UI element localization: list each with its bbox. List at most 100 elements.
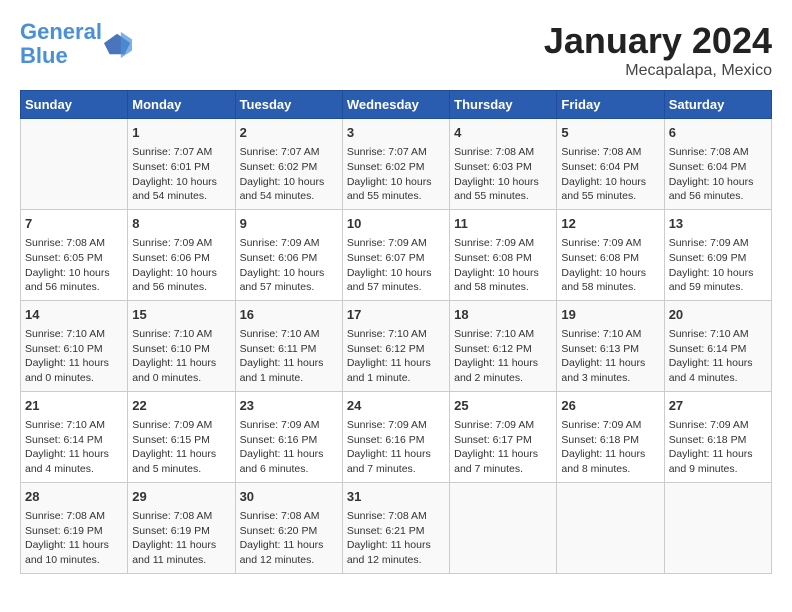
day-content: Sunrise: 7:09 AM Sunset: 6:16 PM Dayligh… [347, 418, 445, 477]
calendar-cell: 15 Sunrise: 7:10 AM Sunset: 6:10 PM Dayli… [128, 300, 235, 391]
calendar-cell: 11 Sunrise: 7:09 AM Sunset: 6:08 PM Dayli… [450, 209, 557, 300]
day-number: 16 [240, 306, 338, 324]
calendar-cell: 23 Sunrise: 7:09 AM Sunset: 6:16 PM Dayli… [235, 391, 342, 482]
day-number: 27 [669, 397, 767, 415]
day-number: 28 [25, 488, 123, 506]
weekday-header-row: SundayMondayTuesdayWednesdayThursdayFrid… [21, 91, 772, 119]
calendar-cell [664, 482, 771, 573]
day-number: 26 [561, 397, 659, 415]
day-number: 29 [132, 488, 230, 506]
day-content: Sunrise: 7:10 AM Sunset: 6:14 PM Dayligh… [25, 418, 123, 477]
weekday-header-cell: Friday [557, 91, 664, 119]
calendar-cell: 18 Sunrise: 7:10 AM Sunset: 6:12 PM Dayli… [450, 300, 557, 391]
calendar-cell: 19 Sunrise: 7:10 AM Sunset: 6:13 PM Dayli… [557, 300, 664, 391]
day-number: 7 [25, 215, 123, 233]
day-number: 1 [132, 124, 230, 142]
day-number: 13 [669, 215, 767, 233]
calendar-cell: 16 Sunrise: 7:10 AM Sunset: 6:11 PM Dayli… [235, 300, 342, 391]
day-number: 9 [240, 215, 338, 233]
day-content: Sunrise: 7:09 AM Sunset: 6:16 PM Dayligh… [240, 418, 338, 477]
day-content: Sunrise: 7:10 AM Sunset: 6:14 PM Dayligh… [669, 327, 767, 386]
day-content: Sunrise: 7:09 AM Sunset: 6:18 PM Dayligh… [561, 418, 659, 477]
calendar-cell: 8 Sunrise: 7:09 AM Sunset: 6:06 PM Daylig… [128, 209, 235, 300]
calendar-week-row: 14 Sunrise: 7:10 AM Sunset: 6:10 PM Dayli… [21, 300, 772, 391]
calendar-cell: 6Sunrise: 7:08 AM Sunset: 6:04 PM Daylig… [664, 119, 771, 210]
day-number: 4 [454, 124, 552, 142]
calendar-cell: 25 Sunrise: 7:09 AM Sunset: 6:17 PM Dayli… [450, 391, 557, 482]
day-content: Sunrise: 7:09 AM Sunset: 6:15 PM Dayligh… [132, 418, 230, 477]
day-content: Sunrise: 7:10 AM Sunset: 6:10 PM Dayligh… [132, 327, 230, 386]
day-number: 23 [240, 397, 338, 415]
calendar-cell: 13 Sunrise: 7:09 AM Sunset: 6:09 PM Dayli… [664, 209, 771, 300]
day-number: 21 [25, 397, 123, 415]
day-number: 5 [561, 124, 659, 142]
weekday-header-cell: Sunday [21, 91, 128, 119]
weekday-header-cell: Thursday [450, 91, 557, 119]
day-content: Sunrise: 7:10 AM Sunset: 6:10 PM Dayligh… [25, 327, 123, 386]
calendar-cell [557, 482, 664, 573]
day-content: Sunrise: 7:09 AM Sunset: 6:07 PM Dayligh… [347, 236, 445, 295]
weekday-header-cell: Saturday [664, 91, 771, 119]
day-content: Sunrise: 7:09 AM Sunset: 6:06 PM Dayligh… [132, 236, 230, 295]
day-content: Sunrise: 7:07 AM Sunset: 6:01 PM Dayligh… [132, 145, 230, 204]
day-content: Sunrise: 7:09 AM Sunset: 6:06 PM Dayligh… [240, 236, 338, 295]
page-title: January 2024 [544, 20, 772, 62]
day-number: 25 [454, 397, 552, 415]
day-number: 22 [132, 397, 230, 415]
calendar-week-row: 21 Sunrise: 7:10 AM Sunset: 6:14 PM Dayli… [21, 391, 772, 482]
calendar-cell: 14 Sunrise: 7:10 AM Sunset: 6:10 PM Dayli… [21, 300, 128, 391]
calendar-cell: 2 Sunrise: 7:07 AM Sunset: 6:02 PM Daylig… [235, 119, 342, 210]
calendar-week-row: 7 Sunrise: 7:08 AM Sunset: 6:05 PM Daylig… [21, 209, 772, 300]
logo-text: General Blue [20, 20, 102, 68]
day-content: Sunrise: 7:10 AM Sunset: 6:11 PM Dayligh… [240, 327, 338, 386]
page-subtitle: Mecapalapa, Mexico [544, 62, 772, 80]
weekday-header-cell: Monday [128, 91, 235, 119]
calendar-cell: 26 Sunrise: 7:09 AM Sunset: 6:18 PM Dayli… [557, 391, 664, 482]
day-content: Sunrise: 7:08 AM Sunset: 6:21 PM Dayligh… [347, 509, 445, 568]
calendar-cell: 27 Sunrise: 7:09 AM Sunset: 6:18 PM Dayli… [664, 391, 771, 482]
calendar-cell [450, 482, 557, 573]
logo-icon [104, 30, 132, 58]
day-number: 2 [240, 124, 338, 142]
calendar-cell: 28Sunrise: 7:08 AM Sunset: 6:19 PM Dayli… [21, 482, 128, 573]
day-number: 6 [669, 124, 767, 142]
calendar-cell: 5Sunrise: 7:08 AM Sunset: 6:04 PM Daylig… [557, 119, 664, 210]
day-number: 14 [25, 306, 123, 324]
day-content: Sunrise: 7:10 AM Sunset: 6:13 PM Dayligh… [561, 327, 659, 386]
calendar-cell: 10 Sunrise: 7:09 AM Sunset: 6:07 PM Dayli… [342, 209, 449, 300]
calendar-cell [21, 119, 128, 210]
day-number: 19 [561, 306, 659, 324]
day-number: 20 [669, 306, 767, 324]
day-content: Sunrise: 7:09 AM Sunset: 6:18 PM Dayligh… [669, 418, 767, 477]
day-content: Sunrise: 7:08 AM Sunset: 6:03 PM Dayligh… [454, 145, 552, 204]
day-number: 15 [132, 306, 230, 324]
day-content: Sunrise: 7:10 AM Sunset: 6:12 PM Dayligh… [347, 327, 445, 386]
calendar-cell: 17Sunrise: 7:10 AM Sunset: 6:12 PM Dayli… [342, 300, 449, 391]
day-number: 10 [347, 215, 445, 233]
calendar-cell: 20 Sunrise: 7:10 AM Sunset: 6:14 PM Dayli… [664, 300, 771, 391]
day-content: Sunrise: 7:08 AM Sunset: 6:20 PM Dayligh… [240, 509, 338, 568]
day-number: 8 [132, 215, 230, 233]
day-content: Sunrise: 7:09 AM Sunset: 6:17 PM Dayligh… [454, 418, 552, 477]
day-number: 11 [454, 215, 552, 233]
calendar-table: SundayMondayTuesdayWednesdayThursdayFrid… [20, 90, 772, 574]
calendar-cell: 9 Sunrise: 7:09 AM Sunset: 6:06 PM Daylig… [235, 209, 342, 300]
calendar-cell: 7 Sunrise: 7:08 AM Sunset: 6:05 PM Daylig… [21, 209, 128, 300]
day-content: Sunrise: 7:08 AM Sunset: 6:05 PM Dayligh… [25, 236, 123, 295]
calendar-cell: 30Sunrise: 7:08 AM Sunset: 6:20 PM Dayli… [235, 482, 342, 573]
day-content: Sunrise: 7:07 AM Sunset: 6:02 PM Dayligh… [240, 145, 338, 204]
calendar-cell: 12Sunrise: 7:09 AM Sunset: 6:08 PM Dayli… [557, 209, 664, 300]
page-header: General Blue January 2024 Mecapalapa, Me… [20, 20, 772, 80]
calendar-cell: 31Sunrise: 7:08 AM Sunset: 6:21 PM Dayli… [342, 482, 449, 573]
calendar-week-row: 28Sunrise: 7:08 AM Sunset: 6:19 PM Dayli… [21, 482, 772, 573]
title-block: January 2024 Mecapalapa, Mexico [544, 20, 772, 80]
day-content: Sunrise: 7:09 AM Sunset: 6:08 PM Dayligh… [561, 236, 659, 295]
calendar-week-row: 1 Sunrise: 7:07 AM Sunset: 6:01 PM Daylig… [21, 119, 772, 210]
calendar-cell: 1 Sunrise: 7:07 AM Sunset: 6:01 PM Daylig… [128, 119, 235, 210]
calendar-cell: 21 Sunrise: 7:10 AM Sunset: 6:14 PM Dayli… [21, 391, 128, 482]
calendar-cell: 29Sunrise: 7:08 AM Sunset: 6:19 PM Dayli… [128, 482, 235, 573]
day-content: Sunrise: 7:10 AM Sunset: 6:12 PM Dayligh… [454, 327, 552, 386]
day-content: Sunrise: 7:09 AM Sunset: 6:08 PM Dayligh… [454, 236, 552, 295]
day-number: 18 [454, 306, 552, 324]
day-content: Sunrise: 7:09 AM Sunset: 6:09 PM Dayligh… [669, 236, 767, 295]
